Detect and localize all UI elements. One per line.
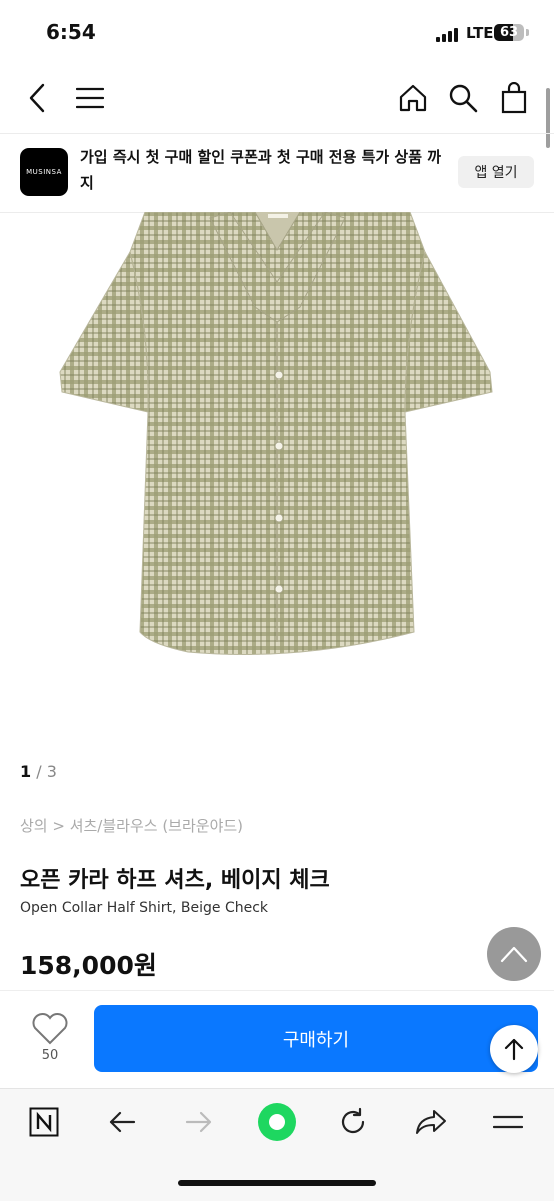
battery-level: 63 <box>499 25 519 40</box>
cart-button[interactable] <box>494 78 534 118</box>
search-icon <box>449 84 478 113</box>
forward-arrow-icon <box>185 1111 212 1133</box>
signal-icon <box>436 26 460 42</box>
back-arrow-icon <box>109 1111 136 1133</box>
green-dot-button[interactable] <box>255 1100 299 1144</box>
hamburger-icon <box>76 87 104 109</box>
chevron-left-icon <box>29 83 45 113</box>
chevron-up-icon <box>500 946 528 963</box>
musinsa-logo: MUSINSA <box>20 148 68 196</box>
like-button[interactable] <box>30 1012 70 1046</box>
image-pager: 1 / 3 <box>20 762 57 781</box>
home-indicator <box>178 1180 376 1186</box>
status-time: 6:54 <box>46 20 96 44</box>
product-title: 오픈 카라 하프 셔츠, 베이지 체크 <box>20 868 330 893</box>
pager-total: / 3 <box>36 762 57 781</box>
green-dot-icon <box>258 1103 296 1141</box>
back-button[interactable] <box>18 78 58 118</box>
share-icon <box>416 1110 446 1134</box>
browser-back-button[interactable] <box>100 1100 144 1144</box>
naver-icon <box>29 1107 59 1137</box>
product-subtitle: Open Collar Half Shirt, Beige Check <box>20 900 269 916</box>
heart-icon <box>32 1013 68 1045</box>
search-button[interactable] <box>443 78 483 118</box>
back-to-top-button[interactable] <box>490 1025 538 1073</box>
reload-button[interactable] <box>331 1100 375 1144</box>
browser-menu-button[interactable] <box>486 1100 530 1144</box>
product-price: 158,000원 <box>20 951 157 980</box>
network-type: LTE <box>466 24 494 42</box>
naver-button[interactable] <box>22 1100 66 1144</box>
battery-icon: 63 <box>494 24 524 41</box>
banner-text: 가입 즉시 첫 구매 할인 쿠폰과 첫 구매 전용 특가 상품 까지 <box>80 148 442 192</box>
open-app-button[interactable]: 앱 열기 <box>458 156 534 188</box>
buy-button[interactable]: 구매하기 <box>94 1005 538 1072</box>
battery-cap <box>526 29 529 36</box>
menu-button[interactable] <box>70 78 110 118</box>
home-icon <box>399 84 427 112</box>
reload-icon <box>341 1107 365 1134</box>
browser-forward-button[interactable] <box>177 1100 221 1144</box>
shopping-bag-icon <box>501 82 527 114</box>
breadcrumb[interactable]: 상의 > 셔츠/블라우스 (브라운야드) <box>20 815 243 836</box>
shirt-illustration <box>59 211 493 655</box>
home-button[interactable] <box>393 78 433 118</box>
share-button[interactable] <box>409 1100 453 1144</box>
arrow-up-icon <box>504 1038 524 1061</box>
like-count: 50 <box>41 1048 59 1063</box>
scroll-top-button[interactable] <box>487 927 541 981</box>
pager-current: 1 <box>20 762 32 781</box>
product-image[interactable] <box>0 211 554 732</box>
menu-icon <box>493 1115 523 1129</box>
